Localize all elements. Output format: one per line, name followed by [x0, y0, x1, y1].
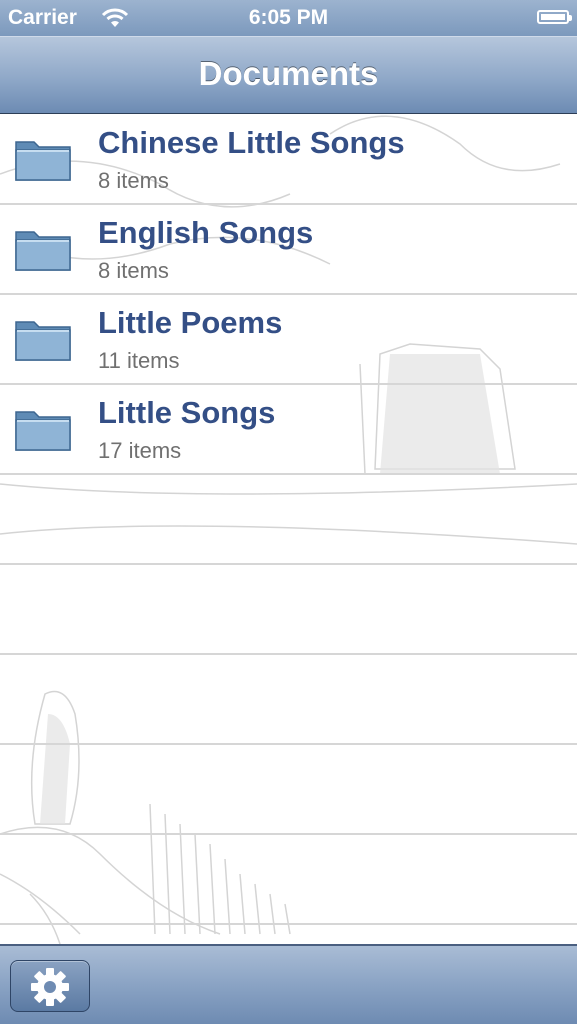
folder-icon	[15, 411, 71, 451]
settings-button[interactable]	[10, 960, 90, 1012]
gear-icon	[31, 968, 69, 1006]
page-title: Documents	[198, 55, 379, 92]
document-list: Chinese Little Songs 8 items English Son…	[0, 114, 577, 944]
folder-name: Little Songs	[98, 395, 276, 430]
bottom-toolbar	[0, 944, 577, 1024]
folder-item-count: 11 items	[98, 348, 180, 373]
folder-name: Little Poems	[98, 305, 283, 340]
folder-row-little-poems[interactable]: Little Poems 11 items	[0, 294, 577, 384]
folder-item-count: 8 items	[98, 168, 169, 193]
clock: 6:05 PM	[248, 6, 329, 29]
folder-item-count: 17 items	[98, 438, 182, 463]
status-bar: Carrier 6:05 PM	[0, 0, 577, 36]
folder-row-english-songs[interactable]: English Songs 8 items	[0, 204, 577, 294]
folder-row-chinese-little-songs[interactable]: Chinese Little Songs 8 items	[0, 114, 577, 204]
folder-icon	[15, 141, 71, 181]
battery-icon	[537, 10, 572, 24]
folder-row-little-songs[interactable]: Little Songs 17 items	[0, 384, 577, 474]
folder-icon	[15, 231, 71, 271]
folder-item-count: 8 items	[98, 258, 169, 283]
folder-name: English Songs	[98, 215, 314, 250]
folder-name: Chinese Little Songs	[98, 125, 405, 160]
navigation-bar: Documents	[0, 36, 577, 114]
folder-icon	[15, 321, 71, 361]
